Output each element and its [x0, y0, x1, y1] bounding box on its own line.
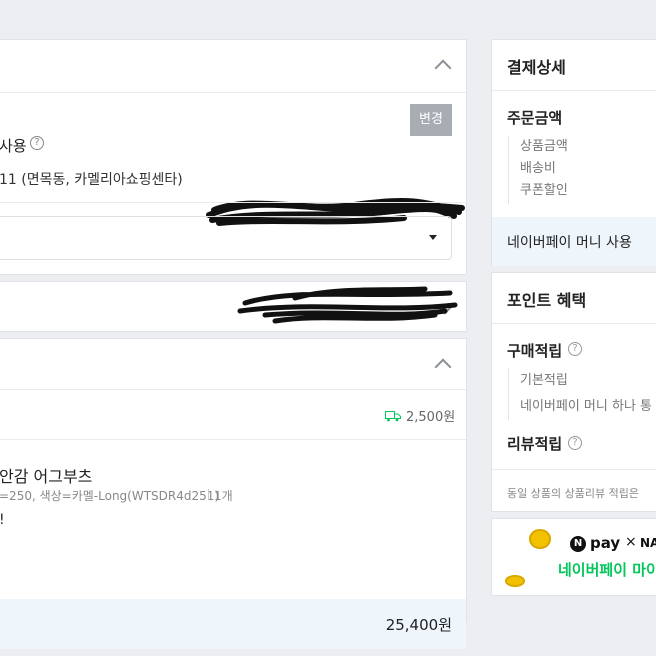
- breakdown-item: 상품금액: [520, 139, 568, 154]
- address-line: 11 (면목동, 카멜리아쇼핑센타): [0, 172, 183, 188]
- truck-icon: [385, 407, 401, 422]
- npay-logo-x: ×: [625, 534, 637, 550]
- breakdown-item: 쿠폰할인: [520, 183, 568, 198]
- collapse-chevron-icon[interactable]: [434, 59, 452, 77]
- help-icon[interactable]: ?: [568, 342, 582, 356]
- collapse-chevron-icon[interactable]: [434, 358, 452, 376]
- divider: [0, 389, 466, 390]
- divider: [492, 469, 656, 470]
- collapsed-panel[interactable]: [0, 281, 467, 332]
- npay-logo-n: N: [570, 536, 586, 552]
- order-product-panel: 2,500원 안감 어그부츠 =250, 색상=카멜-Long(WTSDR4d2…: [0, 338, 467, 649]
- naverpay-banner[interactable]: N pay × NAV 네이버페이 마이: [491, 518, 656, 596]
- review-reward-label: 리뷰적립: [507, 435, 563, 453]
- purchase-reward-label: 구매적립: [507, 342, 563, 360]
- review-reward-note: 동일 상품의 상품리뷰 적립은: [507, 487, 639, 500]
- divider: [492, 90, 656, 91]
- shipping-panel: 변경 사용 ? 11 (면목동, 카멜리아쇼핑센타): [0, 39, 467, 275]
- address-suffix: 사용: [0, 137, 27, 155]
- product-name[interactable]: 안감 어그부츠: [0, 463, 92, 487]
- breakdown-item: 배송비: [520, 161, 556, 176]
- coin-icon: [505, 575, 525, 587]
- address-select[interactable]: [0, 216, 452, 260]
- naverpay-money-row: 네이버페이 머니 사용: [492, 217, 656, 266]
- divider: [0, 92, 466, 93]
- product-option: =250, 색상=카멜-Long(WTSDR4d251): [0, 489, 220, 503]
- payment-detail-panel: 결제상세 주문금액 상품금액 배송비 쿠폰할인 네이버페이 머니 사용: [491, 39, 656, 266]
- coin-icon: [529, 529, 551, 549]
- total-row: 25,400원: [0, 599, 466, 649]
- npay-logo-partner: NAV: [640, 536, 656, 550]
- point-benefit-panel: 포인트 혜택 구매적립 ? 기본적립 네이버페이 머니 하나 통 리뷰적립 ? …: [491, 272, 656, 512]
- divider: [0, 439, 466, 440]
- total-amount: 25,400원: [385, 616, 452, 634]
- divider: [0, 202, 466, 203]
- reward-item: 기본적립: [520, 373, 568, 388]
- change-button[interactable]: 변경: [410, 104, 452, 136]
- dropdown-arrow-icon: [429, 235, 437, 240]
- divider: [492, 323, 656, 324]
- partial-text: !: [0, 512, 5, 528]
- npay-logo-text: pay: [590, 534, 621, 552]
- product-qty: 1개: [214, 489, 233, 503]
- point-benefit-title: 포인트 혜택: [507, 291, 587, 310]
- shipping-fee: 2,500원: [406, 410, 456, 425]
- redaction-scribble: [237, 286, 458, 324]
- banner-tagline: 네이버페이 마이: [558, 561, 656, 579]
- purchase-reward-list: 기본적립 네이버페이 머니 하나 통: [508, 368, 652, 420]
- order-amount-label: 주문금액: [507, 109, 563, 127]
- help-icon[interactable]: ?: [568, 436, 582, 450]
- reward-item: 네이버페이 머니 하나 통: [520, 399, 652, 414]
- help-icon[interactable]: ?: [30, 136, 44, 150]
- option-separator: [208, 489, 209, 500]
- naverpay-money-label: 네이버페이 머니 사용: [507, 235, 632, 251]
- amount-breakdown: 상품금액 배송비 쿠폰할인: [508, 136, 568, 204]
- payment-detail-title: 결제상세: [507, 58, 566, 77]
